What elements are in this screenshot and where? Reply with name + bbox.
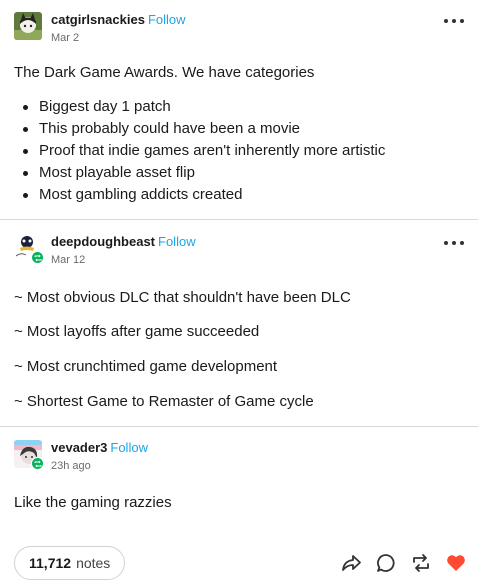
reblog-icon[interactable] [408,550,434,576]
list-item: Proof that indie games aren't inherently… [14,140,385,162]
list-item: Most playable asset flip [14,162,385,184]
more-options-icon[interactable] [444,241,464,247]
reblog-badge [31,251,44,264]
name-line: catgirlsnackies Follow [51,12,186,28]
post-date: 23h ago [51,460,91,472]
reblog-badge [31,457,44,470]
list-item: This probably could have been a movie [14,118,385,140]
share-icon[interactable] [338,550,364,576]
divider [0,426,478,427]
like-heart [447,555,465,571]
notes-count: 11,712 [29,555,72,571]
list-item: Biggest day 1 patch [14,96,385,118]
like-icon[interactable] [443,550,469,576]
post-line: ~ Most layoffs after game succeeded [14,323,260,340]
divider [0,219,478,220]
notes-button[interactable]: 11,712 notes [14,546,126,580]
list-item: Most gambling addicts created [14,184,385,206]
post-header: deepdoughbeast Follow Mar 12 [14,234,464,274]
post-line: ~ Most crunchtimed game development [14,358,278,375]
follow-button[interactable]: Follow [148,12,186,27]
avatar[interactable] [14,12,42,40]
post-actions [338,550,468,576]
follow-button[interactable]: Follow [110,440,148,455]
more-options-icon[interactable] [444,19,464,25]
post-text: Like the gaming razzies [14,494,172,511]
follow-button[interactable]: Follow [158,234,196,249]
name-line: deepdoughbeast Follow [51,234,196,250]
post-text: The Dark Game Awards. We have categories [14,64,315,81]
post-date: Mar 2 [51,32,80,44]
reply-icon[interactable] [373,550,399,576]
post-header: vevader3 Follow 23h ago [14,440,464,480]
post-line: ~ Most obvious DLC that shouldn't have b… [14,289,351,306]
username[interactable]: vevader3 [51,440,107,455]
notes-label: notes [76,555,111,571]
bullet-list: Biggest day 1 patch This probably could … [14,96,385,206]
post-date: Mar 12 [51,254,86,266]
name-line: vevader3 Follow [51,440,148,456]
username[interactable]: deepdoughbeast [51,234,155,249]
username[interactable]: catgirlsnackies [51,12,145,27]
post-line: ~ Shortest Game to Remaster of Game cycl… [14,393,314,410]
post-header: catgirlsnackies Follow Mar 2 [14,12,464,52]
